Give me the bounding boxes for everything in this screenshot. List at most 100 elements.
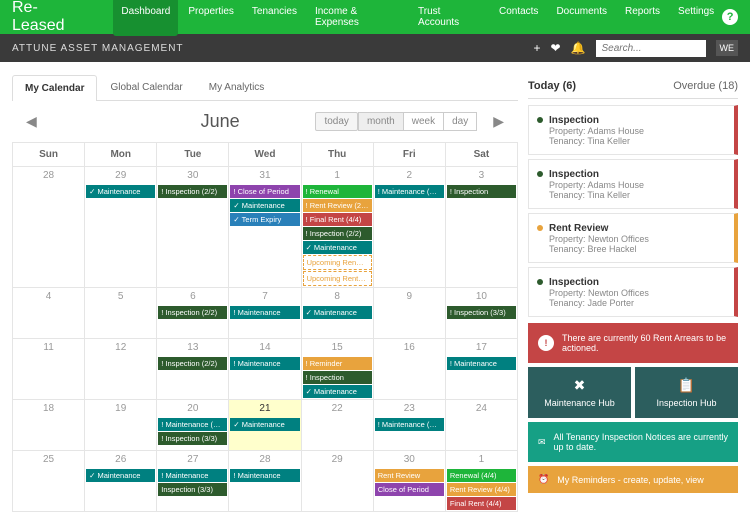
calendar-cell[interactable]: 31! Close of Period✓ Maintenance✓ Term E… bbox=[229, 167, 301, 287]
calendar-cell[interactable]: 12 bbox=[85, 339, 157, 399]
calendar-event[interactable]: ! Inspection (2/2) bbox=[158, 185, 227, 198]
calendar-event[interactable]: ! Maintenance (2/2) bbox=[158, 418, 227, 431]
search-input[interactable] bbox=[596, 40, 706, 57]
calendar-cell[interactable]: 21✓ Maintenance bbox=[229, 400, 301, 450]
tab-overdue[interactable]: Overdue (18) bbox=[633, 74, 738, 98]
calendar-cell[interactable]: 15! Reminder! Inspection✓ Maintenance bbox=[302, 339, 374, 399]
view-week[interactable]: week bbox=[404, 112, 444, 131]
inspection-status[interactable]: ✉ All Tenancy Inspection Notices are cur… bbox=[528, 422, 738, 462]
calendar-event[interactable]: ! Inspection (3/3) bbox=[447, 306, 516, 319]
calendar-cell[interactable]: 29 bbox=[302, 451, 374, 511]
calendar-event[interactable]: ! Maintenance bbox=[158, 469, 227, 482]
calendar-event[interactable]: ! Inspection (2/2) bbox=[158, 357, 227, 370]
calendar-cell[interactable]: 26✓ Maintenance bbox=[85, 451, 157, 511]
calendar-event[interactable]: ✓ Maintenance bbox=[230, 199, 299, 212]
calendar-cell[interactable]: 30Rent ReviewClose of Period bbox=[374, 451, 446, 511]
next-month[interactable]: ▶ bbox=[485, 113, 512, 130]
calendar-cell[interactable]: 9 bbox=[374, 288, 446, 338]
nav-trust-accounts[interactable]: Trust Accounts bbox=[410, 0, 489, 36]
calendar-event[interactable]: Rent Review (4/4) bbox=[447, 483, 516, 496]
calendar-cell[interactable]: 8✓ Maintenance bbox=[302, 288, 374, 338]
calendar-cell[interactable]: 7! Maintenance bbox=[229, 288, 301, 338]
calendar-event[interactable]: ✓ Term Expiry bbox=[230, 213, 299, 226]
inspection-hub[interactable]: 📋Inspection Hub bbox=[635, 367, 738, 418]
calendar-cell[interactable]: 3! Inspection bbox=[446, 167, 517, 287]
calendar-event[interactable]: ! Inspection bbox=[447, 185, 516, 198]
task-panel[interactable]: InspectionProperty: Adams HouseTenancy: … bbox=[528, 105, 738, 155]
nav-settings[interactable]: Settings bbox=[670, 0, 722, 36]
calendar-event[interactable]: ! Inspection (2/2) bbox=[303, 227, 372, 240]
calendar-cell[interactable]: 30! Inspection (2/2) bbox=[157, 167, 229, 287]
calendar-event[interactable]: Rent Review bbox=[375, 469, 444, 482]
calendar-event[interactable]: ✓ Maintenance bbox=[303, 241, 372, 254]
arrears-alert[interactable]: ! There are currently 60 Rent Arrears to… bbox=[528, 323, 738, 363]
calendar-cell[interactable]: 1! Renewal! Rent Review (2/3)! Final Ren… bbox=[302, 167, 374, 287]
view-month[interactable]: month bbox=[358, 112, 404, 131]
nav-contacts[interactable]: Contacts bbox=[491, 0, 546, 36]
health-icon[interactable]: ❤ bbox=[550, 41, 560, 55]
calendar-event[interactable]: ! Reminder bbox=[303, 357, 372, 370]
view-day[interactable]: day bbox=[444, 112, 477, 131]
calendar-cell[interactable]: 18 bbox=[13, 400, 85, 450]
calendar-cell[interactable]: 23! Maintenance (1/2) bbox=[374, 400, 446, 450]
calendar-cell[interactable]: 28! Maintenance bbox=[229, 451, 301, 511]
calendar-event[interactable]: Upcoming Renewal bbox=[303, 255, 372, 270]
calendar-event[interactable]: ! Maintenance bbox=[447, 357, 516, 370]
calendar-event[interactable]: ✓ Maintenance bbox=[86, 185, 155, 198]
tab-today[interactable]: Today (6) bbox=[528, 74, 633, 98]
calendar-event[interactable]: ! Maintenance bbox=[230, 469, 299, 482]
user-badge[interactable]: WE bbox=[716, 40, 739, 56]
calendar-cell[interactable]: 25 bbox=[13, 451, 85, 511]
calendar-cell[interactable]: 10! Inspection (3/3) bbox=[446, 288, 517, 338]
calendar-event[interactable]: ! Inspection bbox=[303, 371, 372, 384]
task-panel[interactable]: InspectionProperty: Adams HouseTenancy: … bbox=[528, 159, 738, 209]
calendar-event[interactable]: ! Maintenance (1/3) bbox=[375, 185, 444, 198]
my-reminders[interactable]: ⏰ My Reminders - create, update, view bbox=[528, 466, 738, 493]
nav-reports[interactable]: Reports bbox=[617, 0, 668, 36]
tab-global-calendar[interactable]: Global Calendar bbox=[97, 74, 195, 100]
bell-icon[interactable]: 🔔 bbox=[571, 41, 586, 55]
calendar-cell[interactable]: 24 bbox=[446, 400, 517, 450]
nav-tenancies[interactable]: Tenancies bbox=[244, 0, 305, 36]
calendar-event[interactable]: ! Rent Review (2/3) bbox=[303, 199, 372, 212]
calendar-event[interactable]: ! Maintenance bbox=[230, 357, 299, 370]
calendar-cell[interactable]: 1Renewal (4/4)Rent Review (4/4)Final Ren… bbox=[446, 451, 517, 511]
calendar-cell[interactable]: 28 bbox=[13, 167, 85, 287]
calendar-cell[interactable]: 19 bbox=[85, 400, 157, 450]
prev-month[interactable]: ◀ bbox=[18, 113, 45, 130]
calendar-cell[interactable]: 11 bbox=[13, 339, 85, 399]
calendar-event[interactable]: Renewal (4/4) bbox=[447, 469, 516, 482]
calendar-cell[interactable]: 27! MaintenanceInspection (3/3) bbox=[157, 451, 229, 511]
nav-properties[interactable]: Properties bbox=[180, 0, 242, 36]
calendar-cell[interactable]: 17! Maintenance bbox=[446, 339, 517, 399]
nav-dashboard[interactable]: Dashboard bbox=[113, 0, 178, 36]
calendar-cell[interactable]: 13! Inspection (2/2) bbox=[157, 339, 229, 399]
today-button[interactable]: today bbox=[315, 112, 357, 131]
task-panel[interactable]: Rent ReviewProperty: Newton OfficesTenan… bbox=[528, 213, 738, 263]
task-panel[interactable]: InspectionProperty: Newton OfficesTenanc… bbox=[528, 267, 738, 317]
calendar-event[interactable]: ✓ Maintenance bbox=[230, 418, 299, 431]
calendar-cell[interactable]: 5 bbox=[85, 288, 157, 338]
calendar-event[interactable]: ! Renewal bbox=[303, 185, 372, 198]
calendar-cell[interactable]: 6! Inspection (2/2) bbox=[157, 288, 229, 338]
calendar-event[interactable]: Upcoming Rent Review bbox=[303, 271, 372, 286]
add-icon[interactable]: + bbox=[533, 41, 540, 55]
calendar-event[interactable]: ✓ Maintenance bbox=[86, 469, 155, 482]
calendar-event[interactable]: ✓ Maintenance bbox=[303, 385, 372, 398]
calendar-event[interactable]: Close of Period bbox=[375, 483, 444, 496]
calendar-event[interactable]: ! Close of Period bbox=[230, 185, 299, 198]
nav-documents[interactable]: Documents bbox=[548, 0, 615, 36]
nav-income-expenses[interactable]: Income & Expenses bbox=[307, 0, 408, 36]
calendar-event[interactable]: ! Final Rent (4/4) bbox=[303, 213, 372, 226]
calendar-cell[interactable]: 14! Maintenance bbox=[229, 339, 301, 399]
calendar-event[interactable]: ! Maintenance (1/2) bbox=[375, 418, 444, 431]
calendar-cell[interactable]: 16 bbox=[374, 339, 446, 399]
calendar-event[interactable]: ✓ Maintenance bbox=[303, 306, 372, 319]
calendar-cell[interactable]: 29✓ Maintenance bbox=[85, 167, 157, 287]
tab-my-analytics[interactable]: My Analytics bbox=[196, 74, 278, 100]
calendar-event[interactable]: ! Maintenance bbox=[230, 306, 299, 319]
calendar-cell[interactable]: 4 bbox=[13, 288, 85, 338]
calendar-cell[interactable]: 20! Maintenance (2/2)! Inspection (3/3) bbox=[157, 400, 229, 450]
calendar-event[interactable]: Inspection (3/3) bbox=[158, 483, 227, 496]
calendar-cell[interactable]: 2! Maintenance (1/3) bbox=[374, 167, 446, 287]
